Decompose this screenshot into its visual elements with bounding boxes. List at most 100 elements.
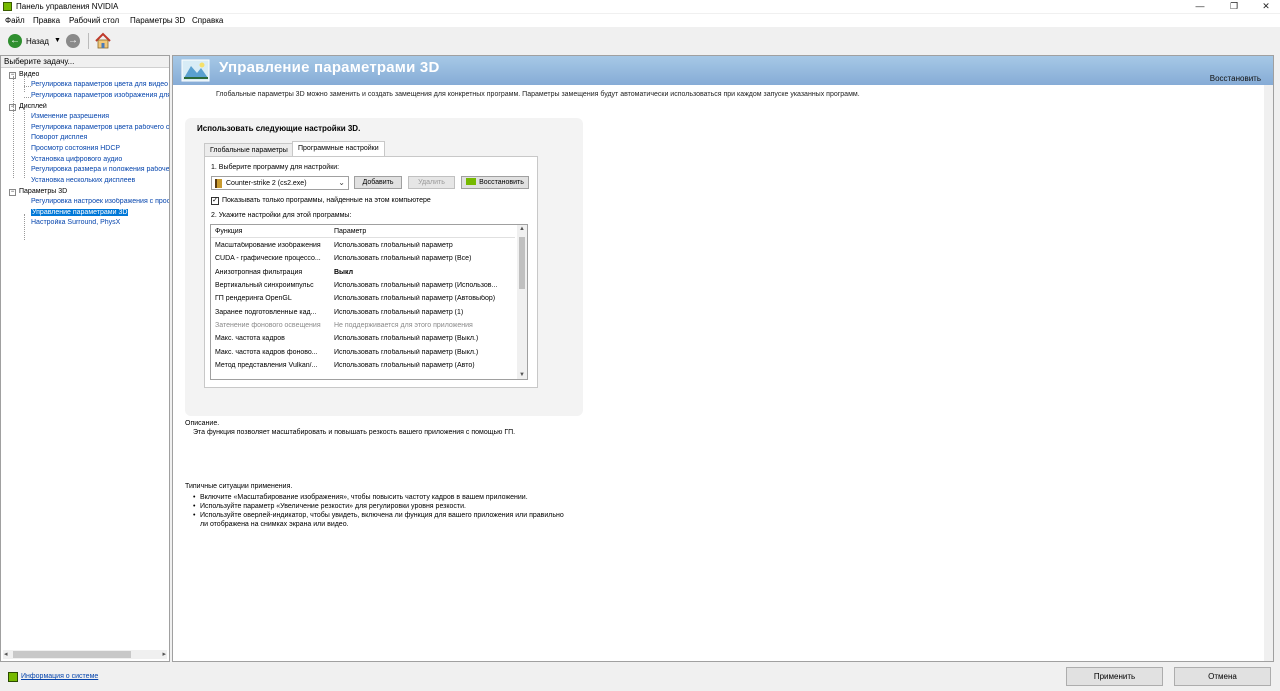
tree-item-video-color[interactable]: Регулировка параметров цвета для видео bbox=[31, 81, 168, 88]
menu-3d-settings[interactable]: Параметры 3D bbox=[130, 16, 185, 25]
tree-branch bbox=[24, 86, 31, 87]
setting-value: Использовать глобальный параметр (Автовы… bbox=[334, 295, 496, 302]
show-found-only-label[interactable]: Показывать только программы, найденные н… bbox=[222, 197, 431, 204]
settings-list-header: Функция Параметр bbox=[211, 225, 515, 238]
back-button[interactable]: Назад bbox=[26, 37, 49, 46]
close-button[interactable]: ✕ bbox=[1246, 0, 1280, 13]
restore-program-button[interactable]: Восстановить bbox=[461, 176, 529, 189]
collapse-icon[interactable]: − bbox=[9, 189, 16, 196]
task-pane-hscrollbar[interactable]: ◂ ▸ bbox=[3, 650, 167, 659]
typical-usage-label: Типичные ситуации применения. bbox=[185, 483, 293, 490]
tree-item-hdcp-status[interactable]: Просмотр состояния HDCP bbox=[31, 145, 120, 152]
panel-title: Использовать следующие настройки 3D. bbox=[197, 124, 361, 133]
forward-arrow-icon[interactable]: → bbox=[66, 34, 80, 48]
tree-category-label: Дисплей bbox=[19, 103, 47, 110]
nvidia-logo-icon bbox=[3, 2, 12, 11]
setting-row[interactable]: Вертикальный синхроимпульс Использовать г… bbox=[211, 280, 515, 293]
setting-row[interactable]: Метод представления Vulkan/... Использова… bbox=[211, 360, 515, 373]
settings-list[interactable]: Функция Параметр Масштабирование изображ… bbox=[210, 224, 528, 380]
setting-value: Использовать глобальный параметр (Все) bbox=[334, 255, 472, 262]
tree-item-desktop-color[interactable]: Регулировка параметров цвета рабочего ст… bbox=[31, 124, 169, 131]
3d-settings-icon bbox=[181, 59, 210, 82]
tree-line bbox=[13, 76, 14, 178]
list-item: • Используйте оверлей-индикатор, чтобы ув… bbox=[193, 511, 573, 529]
window-title: Панель управления NVIDIA bbox=[16, 2, 119, 11]
step1-label: 1. Выберите программу для настройки: bbox=[211, 164, 340, 171]
menu-help[interactable]: Справка bbox=[192, 16, 223, 25]
menu-bar: Файл Правка Рабочий стол Параметры 3D Сп… bbox=[0, 14, 1280, 27]
tree-item-video-image[interactable]: Регулировка параметров изображения для в… bbox=[31, 92, 169, 99]
scroll-thumb[interactable] bbox=[519, 237, 525, 289]
tree-category-video[interactable]: − Видео bbox=[9, 71, 39, 79]
home-icon[interactable] bbox=[94, 32, 112, 50]
menu-file[interactable]: Файл bbox=[5, 16, 25, 25]
show-found-only-checkbox[interactable]: ✓ bbox=[211, 197, 219, 205]
tree-item-rotate-display[interactable]: Поворот дисплея bbox=[31, 134, 87, 141]
column-header-feature[interactable]: Функция bbox=[215, 228, 242, 235]
tree-item-multiple-displays[interactable]: Установка нескольких дисплеев bbox=[31, 177, 135, 184]
system-info-link[interactable]: Информация о системе bbox=[21, 673, 98, 680]
setting-value: Использовать глобальный параметр (Выкл.) bbox=[334, 349, 479, 356]
cancel-button[interactable]: Отмена bbox=[1174, 667, 1271, 686]
bullet-icon: • bbox=[193, 512, 196, 519]
program-select-value: Counter-strike 2 (cs2.exe) bbox=[226, 180, 307, 187]
tree-item-surround-physx[interactable]: Настройка Surround, PhysX bbox=[31, 219, 120, 226]
setting-value: Использовать глобальный параметр (Исполь… bbox=[334, 282, 498, 289]
tab-program-settings[interactable]: Программные настройки bbox=[292, 141, 385, 156]
bullet-text: Включите «Масштабирование изображения», … bbox=[200, 494, 528, 501]
back-dropdown-icon[interactable]: ▼ bbox=[54, 37, 61, 44]
nvidia-logo-icon bbox=[466, 178, 477, 185]
setting-row[interactable]: Затенение фонового освещения Не поддержив… bbox=[211, 320, 515, 333]
content-vscrollbar[interactable] bbox=[1264, 85, 1273, 661]
setting-row[interactable]: Заранее подготовленные кад... Использоват… bbox=[211, 307, 515, 320]
setting-value: Не поддерживается для этого приложения bbox=[334, 322, 473, 329]
tree-item-desktop-size[interactable]: Регулировка размера и положения рабочего… bbox=[31, 166, 169, 173]
scroll-left-icon[interactable]: ◂ bbox=[4, 650, 8, 658]
tree-category-display[interactable]: − Дисплей bbox=[9, 103, 47, 111]
list-item: • Включите «Масштабирование изображения»,… bbox=[193, 493, 573, 502]
collapse-icon[interactable]: − bbox=[9, 104, 16, 111]
add-program-button[interactable]: Добавить bbox=[354, 176, 402, 189]
back-arrow-icon[interactable]: ← bbox=[8, 34, 22, 48]
setting-feature: Затенение фонового освещения bbox=[215, 322, 321, 329]
scroll-up-icon[interactable]: ▲ bbox=[519, 226, 525, 232]
chevron-down-icon: ⌄ bbox=[338, 178, 345, 187]
setting-feature: CUDA - графические процессо... bbox=[215, 255, 321, 262]
bullet-icon: • bbox=[193, 494, 196, 501]
menu-desktop[interactable]: Рабочий стол bbox=[69, 16, 119, 25]
setting-row[interactable]: Анизотропная фильтрация Выкл bbox=[211, 267, 515, 280]
tree-item-change-resolution[interactable]: Изменение разрешения bbox=[31, 113, 109, 120]
setting-feature: Заранее подготовленные кад... bbox=[215, 309, 317, 316]
setting-feature: Макс. частота кадров bbox=[215, 335, 285, 342]
setting-row[interactable]: Макс. частота кадров Использовать глобаль… bbox=[211, 333, 515, 346]
setting-value: Использовать глобальный параметр (Выкл.) bbox=[334, 335, 479, 342]
menu-edit[interactable]: Правка bbox=[33, 16, 60, 25]
restore-defaults-link[interactable]: Восстановить bbox=[1210, 74, 1261, 83]
page-title: Управление параметрами 3D bbox=[219, 59, 440, 76]
setting-value: Использовать глобальный параметр (Авто) bbox=[334, 362, 475, 369]
program-settings-body: 1. Выберите программу для настройки: Cou… bbox=[204, 156, 538, 388]
setting-row[interactable]: Макс. частота кадров фоново... Использова… bbox=[211, 347, 515, 360]
game-icon bbox=[215, 179, 222, 188]
setting-row[interactable]: ГП рендеринга OpenGL Использовать глобаль… bbox=[211, 293, 515, 306]
scroll-thumb[interactable] bbox=[13, 651, 131, 658]
collapse-icon[interactable]: − bbox=[9, 72, 16, 79]
tree-item-digital-audio[interactable]: Установка цифрового аудио bbox=[31, 156, 122, 163]
remove-program-button[interactable]: Удалить bbox=[408, 176, 455, 189]
setting-feature: Вертикальный синхроимпульс bbox=[215, 282, 314, 289]
footer-bar: Информация о системе Применить Отмена bbox=[0, 662, 1280, 691]
setting-row[interactable]: Масштабирование изображения Использовать … bbox=[211, 240, 515, 253]
apply-button[interactable]: Применить bbox=[1066, 667, 1163, 686]
setting-row[interactable]: CUDA - графические процессо... Использова… bbox=[211, 253, 515, 266]
settings-list-scrollbar[interactable]: ▲ ▼ bbox=[517, 225, 527, 379]
tab-global-settings[interactable]: Глобальные параметры bbox=[204, 143, 294, 156]
tree-item-manage-3d[interactable]: Управление параметрами 3D bbox=[31, 209, 129, 216]
program-select[interactable]: Counter-strike 2 (cs2.exe) ⌄ bbox=[211, 176, 349, 190]
description-text: Эта функция позволяет масштабировать и п… bbox=[193, 429, 516, 436]
column-header-setting[interactable]: Параметр bbox=[334, 228, 366, 235]
scroll-down-icon[interactable]: ▼ bbox=[519, 372, 525, 378]
tree-category-3d[interactable]: − Параметры 3D bbox=[9, 188, 67, 196]
tree-item-3d-preview[interactable]: Регулировка настроек изображения с просм… bbox=[31, 198, 169, 205]
scroll-right-icon[interactable]: ▸ bbox=[162, 650, 166, 658]
system-info-icon[interactable] bbox=[8, 672, 18, 682]
